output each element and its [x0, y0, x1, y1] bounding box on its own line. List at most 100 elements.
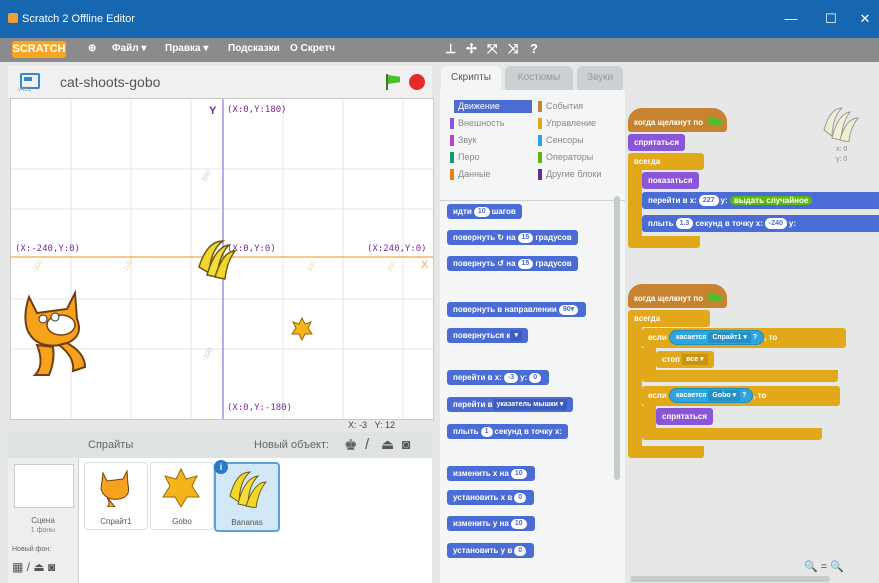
- scratch-logo[interactable]: SCRATCH: [12, 41, 66, 58]
- script1-forever-end: [628, 236, 700, 248]
- script2-if1[interactable]: если касается Спрайт1 ▾ ?, то: [642, 328, 846, 348]
- script2-forever-arm: [628, 325, 642, 449]
- y-axis-label: Y: [209, 105, 217, 117]
- bananas-sprite[interactable]: [193, 237, 237, 281]
- cut-icon[interactable]: ✢: [466, 41, 477, 57]
- choose-sprite-library-icon[interactable]: ♚: [344, 436, 357, 454]
- category-operators[interactable]: Операторы: [538, 151, 593, 164]
- menu-tips[interactable]: Подсказки: [228, 43, 280, 54]
- tab-scripts[interactable]: Скрипты: [441, 66, 501, 90]
- cat-thumbnail: [100, 469, 130, 507]
- script1-glide[interactable]: плыть 1.3 секунд в точку x: -240 y:: [642, 215, 879, 232]
- script2-if2[interactable]: если касается Gobo ▾ ?, то: [642, 386, 840, 406]
- paint-sprite-icon[interactable]: /: [365, 436, 369, 453]
- block-goto-xy[interactable]: перейти в x: -3 y: 0: [447, 370, 550, 385]
- coord-right: (X:240,Y:0): [367, 244, 427, 254]
- gobo-sprite[interactable]: [291, 317, 313, 341]
- block-categories: Движение События Внешность Управление Зв…: [440, 90, 625, 201]
- backdrop-tools-icons[interactable]: ▦ / ⏏ ◙: [12, 560, 55, 574]
- upload-sprite-icon[interactable]: ⏏: [381, 436, 394, 453]
- script2-if2-arm: [642, 406, 656, 428]
- new-object-label: Новый объект:: [254, 439, 330, 451]
- script2-forever-end: [628, 446, 704, 458]
- block-goto[interactable]: перейти в указатель мышки ▾: [447, 397, 574, 412]
- presentation-mode-icon[interactable]: v461: [14, 70, 44, 94]
- script2-hat[interactable]: когда щелкнут по: [628, 284, 728, 308]
- stage-canvas[interactable]: Y (X:0,Y:180) (X:-240,Y:0) (X:0,Y:0) (X:…: [10, 98, 434, 420]
- category-sensing[interactable]: Сенсоры: [538, 134, 584, 147]
- gobo-thumbnail: [162, 467, 200, 507]
- version-label: v461: [18, 87, 32, 93]
- stage-thumbnail[interactable]: Сцена 1 фоны Новый фон: ▦ / ⏏ ◙: [8, 458, 79, 583]
- block-change-x[interactable]: изменить х на 10: [447, 466, 535, 481]
- cat-sprite[interactable]: [15, 287, 97, 379]
- script1-show[interactable]: показаться: [642, 172, 699, 189]
- menu-file[interactable]: Файл ▾: [112, 43, 146, 54]
- block-glide[interactable]: плыть 1 секунд в точку x:: [447, 424, 569, 439]
- scripts-hscrollbar[interactable]: [630, 576, 830, 582]
- close-button[interactable]: ✕: [848, 8, 879, 30]
- current-sprite-thumbnail: [823, 107, 860, 142]
- category-data[interactable]: Данные: [450, 168, 491, 181]
- block-turn-right[interactable]: повернуть ↻ на 15 градусов: [447, 230, 578, 245]
- window-titlebar: Scratch 2 Offline Editor — ☐ ✕: [0, 0, 879, 38]
- block-turn-left[interactable]: повернуть ↺ на 15 градусов: [447, 256, 578, 271]
- zoom-controls[interactable]: 🔍 = 🔍: [804, 560, 844, 573]
- menu-about[interactable]: О Скретч: [290, 43, 335, 54]
- category-motion[interactable]: Движение: [454, 100, 532, 113]
- menu-edit[interactable]: Правка ▾: [165, 43, 208, 54]
- script1-forever-arm: [628, 168, 642, 240]
- palette-scrollbar[interactable]: [614, 196, 620, 480]
- script1-goto[interactable]: перейти в x: 227 y: выдать случайное: [642, 192, 879, 209]
- minimize-button[interactable]: —: [774, 8, 808, 30]
- category-more-blocks[interactable]: Другие блоки: [538, 168, 601, 181]
- bananas-thumbnail: [229, 471, 268, 508]
- camera-icon[interactable]: ◙: [402, 436, 410, 452]
- green-flag-icon[interactable]: [384, 74, 400, 90]
- scratch-app-icon: [8, 13, 18, 23]
- block-point-direction[interactable]: повернуть в направлении 90▾: [447, 302, 587, 317]
- script2-if1-end: [642, 370, 838, 382]
- sprites-title: Спрайты: [88, 439, 134, 451]
- script1-hat[interactable]: когда щелкнут по: [628, 108, 728, 132]
- x-axis-marker: X: [421, 259, 429, 271]
- stage-label: Сцена: [31, 516, 55, 525]
- category-events[interactable]: События: [538, 100, 583, 113]
- coord-top: (X:0,Y:180): [227, 105, 287, 115]
- stage-backdrops-count: 1 фоны: [30, 527, 56, 534]
- window-title: Scratch 2 Offline Editor: [22, 13, 135, 25]
- tab-sounds[interactable]: Звуки: [577, 66, 623, 90]
- globe-icon[interactable]: ⊕: [88, 43, 96, 54]
- tab-costumes[interactable]: Костюмы: [505, 66, 573, 90]
- script2-hide[interactable]: спрятаться: [656, 408, 714, 425]
- mouse-coordinates: X: -3 Y: 12: [348, 420, 396, 430]
- script2-stop[interactable]: стоп все ▾: [656, 351, 714, 368]
- sprites-header: Спрайты Новый объект: ♚ / ⏏ ◙: [8, 432, 432, 458]
- stamp-icon[interactable]: ⊥: [445, 41, 456, 57]
- sprite-y-readout: y: 0: [836, 156, 848, 163]
- menu-bar: SCRATCH ⊕ Файл ▾ Правка ▾ Подсказки О Ск…: [0, 38, 879, 62]
- project-name[interactable]: cat-shoots-gobo: [60, 74, 160, 90]
- script1-hide[interactable]: спрятаться: [628, 134, 686, 151]
- block-set-x[interactable]: установить х в0: [447, 490, 535, 505]
- category-sound[interactable]: Звук: [450, 134, 476, 147]
- coord-left: (X:-240,Y:0): [15, 244, 81, 254]
- maximize-button[interactable]: ☐: [814, 8, 848, 30]
- block-set-y[interactable]: установить у в0: [447, 543, 535, 558]
- grow-icon[interactable]: ⤧: [487, 41, 497, 57]
- help-icon[interactable]: ?: [530, 41, 538, 56]
- block-move-steps[interactable]: идти 10 шагов: [447, 204, 522, 219]
- sprite-card[interactable]: Gobo: [150, 462, 214, 530]
- sprite-info-button[interactable]: i: [214, 460, 228, 474]
- sprite-name: Спрайт1: [100, 517, 132, 526]
- flag-icon: [707, 117, 722, 126]
- block-point-towards[interactable]: повернуться к ▾: [447, 328, 528, 343]
- sprite-card[interactable]: Спрайт1: [84, 462, 148, 530]
- stage-header: v461 cat-shoots-gobo: [8, 66, 432, 98]
- block-change-y[interactable]: изменить у на 10: [447, 516, 535, 531]
- category-control[interactable]: Управление: [538, 117, 596, 130]
- shrink-icon[interactable]: ⤨: [508, 41, 518, 57]
- stop-icon[interactable]: [409, 74, 425, 90]
- category-pen[interactable]: Перо: [450, 151, 480, 164]
- category-looks[interactable]: Внешность: [450, 117, 505, 130]
